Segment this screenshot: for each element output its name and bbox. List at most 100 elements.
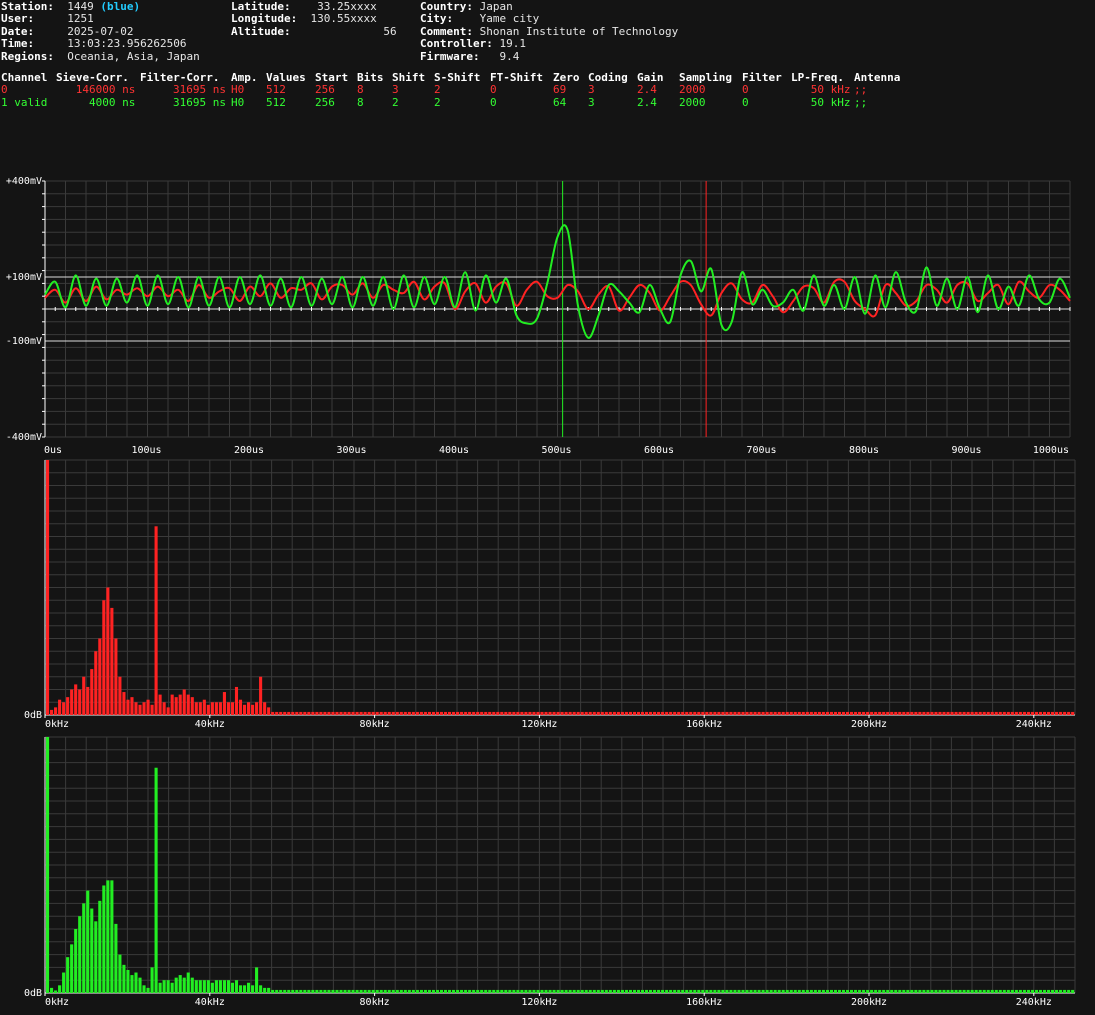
spectrum-bar-ch1 <box>178 975 182 993</box>
spectrum-bar-ch1 <box>701 989 705 993</box>
spectrum-bar-ch1 <box>287 989 291 993</box>
spectrum-bar-ch1 <box>874 989 878 993</box>
spectrum-bar-ch1 <box>733 989 737 993</box>
spectrum-x-label: 240kHz <box>1016 719 1052 730</box>
spectrum-bar-ch1 <box>833 989 838 993</box>
spectrum-bar-ch0 <box>681 711 685 715</box>
spectrum-bar-ch1 <box>391 989 395 993</box>
spectrum-bar-ch0 <box>850 711 854 715</box>
spectrum-bar-ch1 <box>930 989 934 993</box>
spectrum-bar-ch0 <box>817 711 821 715</box>
spectrum-bar-ch0 <box>866 711 870 715</box>
spectrum-bar-ch1 <box>994 989 998 993</box>
spectrum-bar-ch1 <box>158 982 162 993</box>
spectrum-bar-ch0 <box>86 686 90 715</box>
spectrum-bar-ch0 <box>423 711 427 715</box>
spectrum-bar-ch1 <box>114 923 118 993</box>
spectrum-bar-ch0 <box>673 711 677 715</box>
spectrum-bar-ch1 <box>793 989 797 993</box>
spectrum-bar-ch1 <box>275 989 279 993</box>
spectrum-bar-ch1 <box>218 980 222 993</box>
spectrum-bar-ch0 <box>1051 711 1055 715</box>
spectrum-bar-ch1 <box>894 989 898 993</box>
spectrum-bar-ch1 <box>693 989 697 993</box>
spectrum-bar-ch0 <box>926 711 930 715</box>
spectrum-bar-ch0 <box>950 711 954 715</box>
spectrum-bar-ch0 <box>134 702 138 715</box>
spectrum-bar-ch0 <box>58 699 62 715</box>
spectrum-bar-ch0 <box>1059 711 1063 715</box>
spectrum-bar-ch0 <box>214 702 218 715</box>
spectrum-bar-ch0 <box>833 711 838 715</box>
spectrum-bar-ch1 <box>540 989 544 993</box>
spectrum-bar-ch1 <box>1042 989 1047 993</box>
spectrum-bar-ch0 <box>323 711 327 715</box>
spectrum-bar-ch1 <box>817 989 821 993</box>
spectrum-bar-ch0 <box>146 699 150 715</box>
spectrum-bar-ch0 <box>588 711 592 715</box>
spectrum-bar-ch0 <box>632 711 637 715</box>
spectrum-bar-ch0 <box>725 711 729 715</box>
spectrum-bar-ch1 <box>238 985 243 993</box>
spectrum-bar-ch1 <box>564 989 568 993</box>
spectrum-bar-ch0 <box>914 711 918 715</box>
spectrum-bar-ch1 <box>986 989 990 993</box>
spectrum-bar-ch1 <box>130 975 134 993</box>
spectrum-bar-ch1 <box>251 985 255 993</box>
spectrum-bar-ch0 <box>946 711 950 715</box>
spectrum-bar-ch1 <box>882 989 886 993</box>
time-x-label: 700us <box>746 445 776 456</box>
spectrum-bar-ch1 <box>512 989 516 993</box>
spectrum-bar-ch0 <box>841 711 846 715</box>
spectrum-bar-ch0 <box>592 711 596 715</box>
spectrum-bar-ch1 <box>954 989 958 993</box>
spectrum-bar-ch1 <box>665 989 669 993</box>
spectrum-bar-ch1 <box>110 880 114 993</box>
spectrum-bar-ch1 <box>813 989 817 993</box>
spectrum-bar-ch0 <box>387 711 391 715</box>
spectrum-bar-ch1 <box>604 989 608 993</box>
spectrum-bar-ch1 <box>170 982 174 993</box>
spectrum-bar-ch0 <box>524 711 528 715</box>
spectrum-bar-ch1 <box>500 989 504 993</box>
spectrum-bar-ch1 <box>938 989 942 993</box>
spectrum-bar-ch1 <box>773 989 777 993</box>
spectrum-bar-ch1 <box>1059 989 1063 993</box>
spectrum-bar-ch1 <box>757 989 761 993</box>
spectrum-bar-ch0 <box>1026 711 1030 715</box>
spectrum-bar-ch0 <box>291 711 295 715</box>
spectrum-bar-ch0 <box>773 711 777 715</box>
spectrum-bar-ch0 <box>218 702 222 715</box>
spectrum-bar-ch0 <box>612 711 616 715</box>
spectrum-y-label: 0dB <box>24 710 42 721</box>
spectrum-bar-ch0 <box>1034 711 1039 715</box>
spectrum-bar-ch0 <box>210 702 214 715</box>
spectrum-bar-ch1 <box>283 989 287 993</box>
time-y-label: -100mV <box>6 336 42 347</box>
spectrum-bar-ch1 <box>214 980 218 993</box>
spectrum-bar-ch1 <box>636 989 641 993</box>
spectrum-bar-ch1 <box>809 989 813 993</box>
spectrum-x-label: 80kHz <box>360 719 390 730</box>
spectrum-bar-ch1 <box>649 989 653 993</box>
spectrum-bar-ch0 <box>371 711 375 715</box>
spectrum-bar-ch0 <box>335 711 339 715</box>
spectrum-bar-ch1 <box>1051 989 1055 993</box>
spectrum-bar-ch1 <box>854 989 858 993</box>
spectrum-bar-ch1 <box>303 989 307 993</box>
spectrum-bar-ch0 <box>693 711 697 715</box>
spectrum-bar-ch1 <box>785 989 789 993</box>
spectrum-bar-ch1 <box>234 980 239 993</box>
spectrum-bar-ch0 <box>745 711 749 715</box>
spectrum-bar-ch0 <box>793 711 797 715</box>
spectrum-bar-ch0 <box>399 711 403 715</box>
spectrum-bar-ch1 <box>319 989 323 993</box>
spectrum-bar-ch0 <box>636 711 641 715</box>
spectrum-bar-ch1 <box>669 989 673 993</box>
spectrum-bar-ch1 <box>464 989 468 993</box>
spectrum-bar-ch1 <box>910 989 914 993</box>
spectrum-bar-ch1 <box>721 989 725 993</box>
spectrum-bar-ch0 <box>781 711 785 715</box>
spectrum-bar-ch1 <box>367 989 371 993</box>
spectrum-bar-ch1 <box>906 989 910 993</box>
